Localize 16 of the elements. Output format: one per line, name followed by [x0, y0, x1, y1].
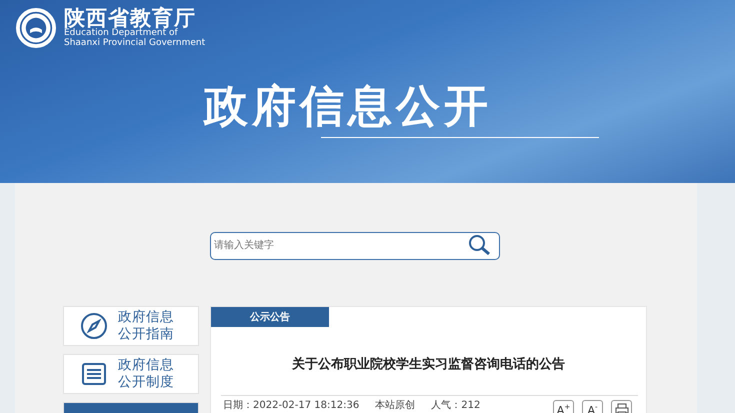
search-icon[interactable]	[468, 234, 492, 256]
meta-text: 日期：2022-02-17 18:12:36	[223, 400, 360, 411]
article-title: 关于公布职业院校学生实习监督咨询电话的公告	[290, 356, 566, 374]
org-name-english: Education Department of	[64, 29, 178, 38]
compass-icon	[80, 312, 108, 340]
notice-tab[interactable]: 公示公告	[211, 307, 329, 327]
emblem-logo	[16, 8, 56, 48]
banner-title: 政府信息公开	[204, 84, 493, 129]
org-name-english: Shaanxi Provincial Government	[64, 38, 206, 49]
meta-text: 人气：212	[431, 400, 480, 411]
sidebar-item[interactable]: 政府信息 公开制度	[63, 354, 199, 394]
list-icon	[80, 360, 108, 388]
org-name: 陕西省教育厅	[64, 8, 197, 29]
sidebar-item[interactable]: 政府信息 公开指南	[63, 306, 199, 346]
meta-text: 本站原创	[375, 400, 416, 411]
search-field[interactable]: 请输入关键字	[210, 232, 500, 260]
